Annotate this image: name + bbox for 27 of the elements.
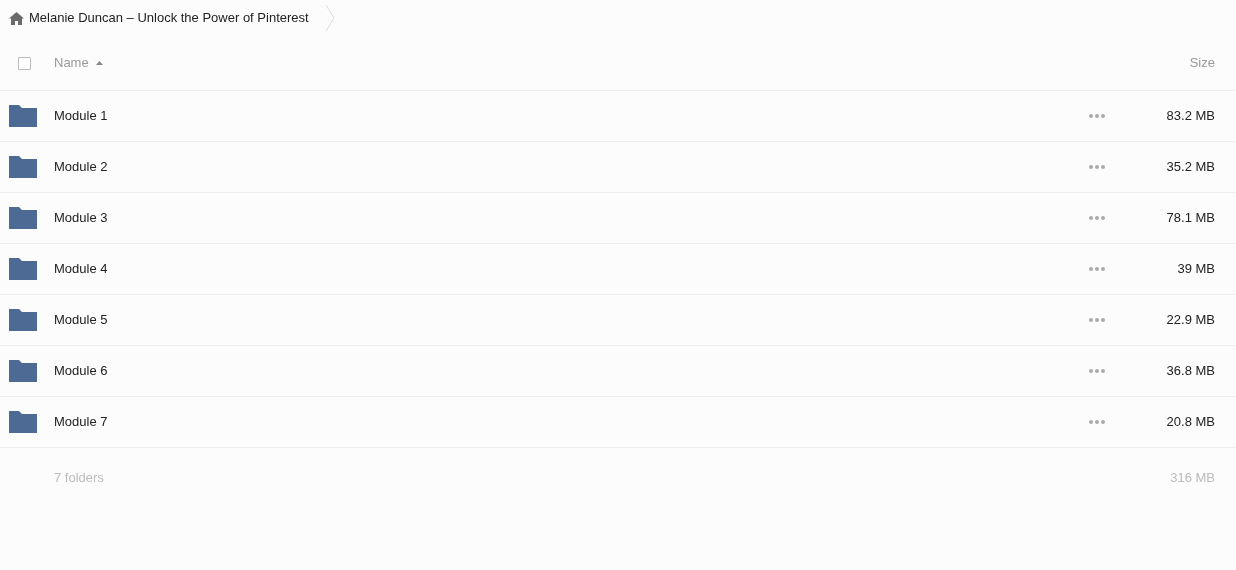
folder-size: 35.2 MB (1166, 159, 1215, 175)
folder-name[interactable]: Module 5 (54, 310, 1082, 330)
folder-icon (9, 156, 37, 178)
folder-size: 39 MB (1177, 261, 1215, 277)
breadcrumb-link[interactable]: Melanie Duncan – Unlock the Power of Pinterest (29, 8, 309, 28)
folder-icon (9, 360, 37, 382)
folder-name[interactable]: Module 7 (54, 412, 1082, 432)
total-size: 316 MB (1170, 469, 1215, 488)
select-all-checkbox[interactable] (17, 56, 31, 70)
folder-name[interactable]: Module 6 (54, 361, 1082, 381)
folder-count: 7 folders (54, 469, 105, 488)
folder-size: 78.1 MB (1166, 210, 1215, 226)
folder-size: 83.2 MB (1166, 108, 1215, 124)
chevron-icon (324, 4, 335, 32)
folder-icon (9, 309, 37, 331)
folder-name[interactable]: Module 3 (54, 208, 1082, 228)
folder-icon (9, 258, 37, 280)
folder-size: 22.9 MB (1166, 312, 1215, 328)
folder-icon (9, 207, 37, 229)
home-icon[interactable] (9, 11, 24, 25)
folder-name[interactable]: Module 1 (54, 106, 1082, 126)
folder-size: 36.8 MB (1166, 363, 1215, 379)
folder-name[interactable]: Module 4 (54, 259, 1082, 279)
folder-size: 20.8 MB (1166, 414, 1215, 430)
folder-icon (9, 411, 37, 433)
folder-icon (9, 105, 37, 127)
folder-name[interactable]: Module 2 (54, 157, 1082, 177)
